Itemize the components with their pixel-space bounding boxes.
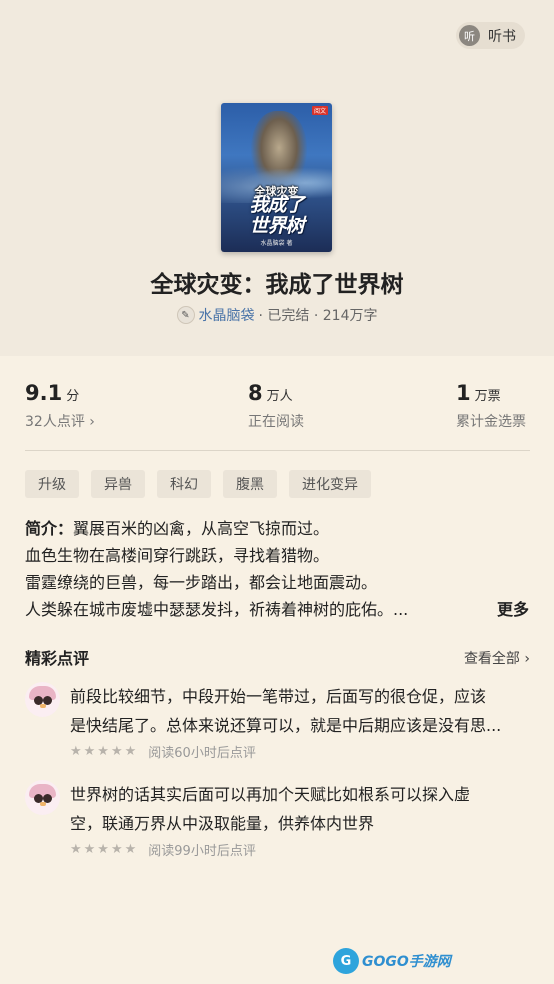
votes-stat: 1 万票 累计金选票	[456, 381, 526, 431]
readers-unit: 万人	[266, 389, 293, 404]
cover-title-line1: 我成了	[249, 194, 304, 216]
reviewer-avatar[interactable]	[25, 682, 60, 717]
watermark-text: GOGO手游网	[362, 954, 451, 970]
tag-item[interactable]: 科幻	[157, 470, 211, 498]
reviews-title: 精彩点评	[25, 649, 90, 668]
rating-stars-icon: ★★★★★	[70, 744, 139, 759]
divider	[25, 450, 530, 451]
review-footer: ★★★★★ 阅读99小时后点评	[70, 840, 256, 859]
readers-label: 正在阅读	[248, 414, 304, 430]
readers-stat: 8 万人 正在阅读	[248, 381, 304, 431]
review-meta: 阅读99小时后点评	[148, 844, 256, 859]
rating-stars-icon: ★★★★★	[70, 842, 139, 857]
intro-line: 翼展百米的凶禽，从高空飞掠而过。	[73, 519, 330, 538]
tag-item[interactable]: 异兽	[91, 470, 145, 498]
tag-list: 升级 异兽 科幻 腹黑 进化变异	[25, 470, 371, 498]
review-footer: ★★★★★ 阅读60小时后点评	[70, 742, 256, 761]
intro-label: 简介：	[25, 519, 74, 538]
cover-author-mark: 水晶脑袋 著	[260, 240, 293, 247]
readers-value: 8	[248, 381, 263, 405]
review-line: 空，联通万界从中汲取能量，供养体内世界	[70, 814, 375, 833]
votes-label: 累计金选票	[456, 414, 526, 430]
review-item[interactable]: 世界树的话其实后面可以再加个天赋比如根系可以探入虚 空，联通万界从中汲取能量，供…	[25, 780, 530, 860]
score-stat[interactable]: 9.1 分 32人点评 ›	[25, 381, 95, 431]
reviews-header: 精彩点评 查看全部 ›	[25, 645, 530, 669]
intro-line: 血色生物在高楼间穿行跳跃，寻找着猎物。	[25, 546, 330, 565]
book-stats: 9.1 分 32人点评 › 8 万人 正在阅读 1 万票 累计金选票	[25, 381, 530, 437]
book-intro[interactable]: 简介：翼展百米的凶禽，从高空飞掠而过。 血色生物在高楼间穿行跳跃，寻找着猎物。 …	[25, 515, 530, 623]
review-text: 前段比较细节，中段开始一笔带过，后面写的很仓促，应该 是快结尾了。总体来说还算可…	[70, 682, 530, 740]
review-text: 世界树的话其实后面可以再加个天赋比如根系可以探入虚 空，联通万界从中汲取能量，供…	[70, 780, 530, 838]
author-avatar-icon[interactable]: ✎	[176, 306, 195, 324]
book-meta: ✎ 水晶脑袋 · 已完结 · 214万字	[0, 305, 554, 325]
score-unit: 分	[66, 389, 80, 404]
cover-publisher-mark: 阅文	[311, 106, 328, 115]
cover-title-line2: 世界树	[249, 215, 304, 237]
author-link[interactable]: 水晶脑袋	[199, 305, 255, 325]
owl-beak-shape	[40, 704, 46, 708]
review-line: 世界树的话其实后面可以再加个天赋比如根系可以探入虚	[70, 785, 471, 804]
intro-line: 人类躲在城市废墟中瑟瑟发抖，祈祷着神树的庇佑。...	[25, 600, 409, 619]
tag-item[interactable]: 进化变异	[289, 470, 371, 498]
review-line: 前段比较细节，中段开始一笔带过，后面写的很仓促，应该	[70, 687, 487, 706]
tag-item[interactable]: 升级	[25, 470, 79, 498]
score-review-count: 32人点评 ›	[25, 414, 95, 430]
listen-label: 听书	[488, 28, 516, 45]
intro-more-button[interactable]: 更多	[497, 596, 529, 620]
watermark-logo-icon: G	[333, 948, 359, 974]
owl-beak-shape	[40, 802, 46, 806]
book-title: 全球灾变：我成了世界树	[150, 272, 404, 298]
listen-button[interactable]: 听 听书	[456, 22, 525, 49]
score-value: 9.1	[25, 381, 63, 405]
book-cover[interactable]: 阅文 全球灾变 我成了 世界树 水晶脑袋 著	[221, 103, 332, 252]
review-item[interactable]: 前段比较细节，中段开始一笔带过，后面写的很仓促，应该 是快结尾了。总体来说还算可…	[25, 682, 530, 762]
book-status-wordcount: · 已完结 · 214万字	[258, 308, 378, 324]
review-meta: 阅读60小时后点评	[148, 746, 256, 761]
intro-line: 雷霆缭绕的巨兽，每一步踏出，都会让地面震动。	[25, 573, 378, 592]
site-watermark: G GOGO手游网	[333, 946, 451, 976]
votes-value: 1	[456, 381, 471, 405]
listen-icon: 听	[459, 25, 480, 46]
tag-item[interactable]: 腹黑	[223, 470, 277, 498]
view-all-reviews-link[interactable]: 查看全部 ›	[464, 648, 530, 668]
cover-title: 我成了 世界树	[221, 195, 332, 237]
reviewer-avatar[interactable]	[25, 780, 60, 815]
votes-unit: 万票	[474, 389, 501, 404]
review-line: 是快结尾了。总体来说还算可以，就是中后期应该是没有思...	[70, 716, 502, 735]
